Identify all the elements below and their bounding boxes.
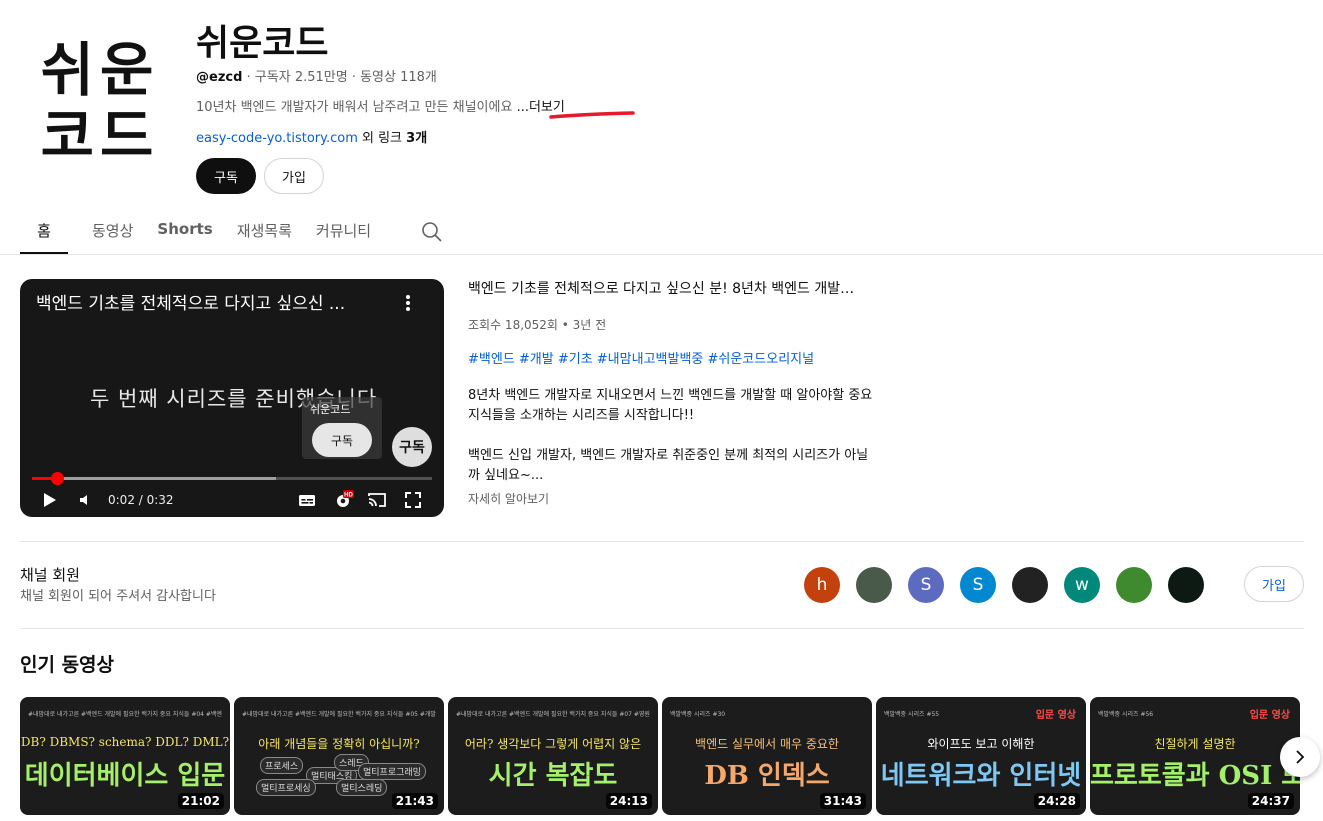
- channel-link-count: 3개: [406, 131, 428, 146]
- thumbnail-subtitle: 와이프도 보고 이해한: [927, 737, 1035, 751]
- featured-video-description: 8년차 백엔드 개발자로 지내오면서 느낀 백엔드를 개발할 때 알아야할 중요…: [468, 386, 878, 486]
- logo-line-1: 쉬운: [40, 36, 160, 104]
- time-display: 0:02 / 0:32: [108, 493, 174, 507]
- thumbnail-subtitle: 어라? 생각보다 그렇게 어렵지 않은: [464, 737, 642, 751]
- player-overlay-title[interactable]: 백엔드 기초를 전체적으로 다지고 싶으신 ...: [36, 289, 345, 314]
- thumbnail-badge: 입문 영상: [1035, 710, 1076, 721]
- section-divider: [20, 541, 1304, 542]
- channel-meta: @ezcd · 구독자 2.51만명 · 동영상 118개: [196, 66, 437, 85]
- thumbnail-title: 네트워크와 인터넷: [880, 761, 1082, 791]
- tab-community[interactable]: 커뮤니티: [316, 206, 371, 254]
- members-join-button[interactable]: 가입: [1244, 566, 1304, 602]
- duration-badge: 24:28: [1033, 793, 1080, 809]
- thumbnail-badge: 입문 영상: [1249, 710, 1290, 721]
- video-thumbnail[interactable]: #내맘대로 내가고른 #백엔드 개발에 필요한 백가지 중요 지식들 #04 #…: [20, 697, 230, 815]
- cast-icon[interactable]: [366, 489, 388, 511]
- channel-link-url[interactable]: easy-code-yo.tistory.com: [196, 131, 358, 146]
- fullscreen-icon[interactable]: [402, 489, 424, 511]
- search-icon[interactable]: [420, 220, 444, 244]
- channel-description-text: 10년차 백엔드 개발자가 배워서 남주려고 만든 채널이에요: [196, 100, 517, 115]
- duration-badge: 24:37: [1247, 793, 1294, 809]
- join-button[interactable]: 가입: [264, 158, 324, 194]
- video-thumbnail[interactable]: 백발백중 시리즈 #55 입문 영상 와이프도 보고 이해한 네트워크와 인터넷 24:…: [876, 697, 1086, 815]
- members-title: 채널 회원: [20, 566, 80, 584]
- thumbnail-title: DB 인덱스: [704, 761, 830, 791]
- video-thumbnail[interactable]: #내맘대로 내가고른 #백엔드 개발에 필요한 백가지 중요 지식들 #05 #…: [234, 697, 444, 815]
- thumbnail-title: 프로토콜과 OSI 모델: [1090, 761, 1300, 791]
- red-underline-annotation: [549, 111, 635, 119]
- concept-pill: 멀티프로그래밍: [358, 763, 426, 780]
- concept-pill: 멀티스레딩: [336, 779, 388, 796]
- duration-badge: 31:43: [819, 793, 866, 809]
- popular-videos-title: 인기 동영상: [20, 654, 115, 676]
- member-avatar[interactable]: [1116, 567, 1152, 603]
- video-player[interactable]: 백엔드 기초를 전체적으로 다지고 싶으신 ... 두 번째 시리즈를 준비했습…: [20, 279, 444, 517]
- thumbnail-title: 시간 복잡도: [488, 761, 618, 791]
- featured-video-stats: 조회수 18,052회 • 3년 전: [468, 318, 607, 332]
- duration-badge: 21:02: [177, 793, 224, 809]
- featured-video-title[interactable]: 백엔드 기초를 전체적으로 다지고 싶으신 분! 8년차 백엔드 개발…: [468, 278, 868, 298]
- thumbnail-series-label: #내맘대로 내가고른 #백엔드 개발에 필요한 백가지 중요 지식들 #04 #…: [28, 711, 222, 718]
- video-thumbnail[interactable]: 백발백중 시리즈 #56입문 영상친절하게 설명한프로토콜과 OSI 모델24:…: [1090, 697, 1300, 815]
- subscribe-button[interactable]: 구독: [196, 158, 256, 194]
- channel-link-rest: 외 링크: [357, 131, 407, 146]
- captions-icon[interactable]: [296, 489, 318, 511]
- settings-icon[interactable]: HD: [332, 489, 354, 511]
- thumbnail-subtitle: DB? DBMS? schema? DDL? DML?: [20, 735, 230, 749]
- thumbnail-subtitle: 아래 개념들을 정확히 아십니까?: [258, 737, 420, 751]
- channel-links[interactable]: easy-code-yo.tistory.com 외 링크 3개: [196, 127, 427, 146]
- channel-avatar: 쉬운 코드: [20, 18, 180, 188]
- section-divider: [20, 628, 1304, 629]
- member-avatar[interactable]: S: [908, 567, 944, 603]
- duration-badge: 24:13: [605, 793, 652, 809]
- progress-buffer: [32, 477, 276, 480]
- more-vert-icon[interactable]: [398, 293, 418, 313]
- duration-badge: 21:43: [391, 793, 438, 809]
- channel-handle: @ezcd: [196, 70, 243, 85]
- thumbnail-subtitle: 백엔드 실무에서 매우 중요한: [695, 737, 839, 751]
- channel-description[interactable]: 10년차 백엔드 개발자가 배워서 남주려고 만든 채널이에요 ...더보기: [196, 96, 565, 115]
- video-thumbnail[interactable]: #내맘대로 내가고른 #백엔드 개발에 필요한 백가지 중요 지식들 #07 #…: [448, 697, 658, 815]
- member-avatar[interactable]: h: [804, 567, 840, 603]
- subscribe-card-name: 쉬운코드: [310, 403, 351, 416]
- chevron-right-icon: [1296, 750, 1305, 764]
- channel-name: 쉬운코드: [196, 23, 329, 64]
- tab-shorts[interactable]: Shorts: [157, 206, 212, 254]
- tab-playlists[interactable]: 재생목록: [237, 206, 292, 254]
- member-avatar[interactable]: S: [960, 567, 996, 603]
- member-avatar[interactable]: [1012, 567, 1048, 603]
- thumbnail-title: 데이터베이스 입문: [24, 761, 226, 791]
- play-icon[interactable]: [38, 489, 60, 511]
- video-thumbnail[interactable]: 백발백중 시리즈 #30 백엔드 실무에서 매우 중요한 DB 인덱스 31:43: [662, 697, 872, 815]
- thumbnail-series-label: 백발백중 시리즈 #30: [670, 711, 726, 718]
- volume-icon[interactable]: [74, 489, 96, 511]
- concept-pill: 프로세스: [260, 757, 304, 774]
- tab-home[interactable]: 홈: [20, 206, 68, 254]
- member-avatar[interactable]: [1168, 567, 1204, 603]
- tabs-divider: [0, 254, 1323, 255]
- members-subtitle: 채널 회원이 되어 주셔서 감사합니다: [20, 589, 216, 604]
- progress-scrubber[interactable]: [51, 472, 64, 485]
- read-more-link[interactable]: 자세히 알아보기: [468, 490, 549, 507]
- hd-badge: HD: [344, 492, 353, 498]
- description-paragraph-2: 백엔드 신입 개발자, 백엔드 개발자로 취준중인 분께 최적의 시리즈가 아닐…: [468, 448, 869, 483]
- thumbnail-subtitle: 친절하게 설명한: [1154, 737, 1236, 751]
- featured-video-tags[interactable]: #백엔드 #개발 #기초 #내맘내고백발백중 #쉬운코드오리지널: [468, 348, 814, 367]
- logo-line-2: 코드: [40, 102, 160, 170]
- thumbnail-series-label: #내맘대로 내가고른 #백엔드 개발에 필요한 백가지 중요 지식들 #05 #…: [242, 711, 436, 718]
- card-subscribe-button[interactable]: 구독: [312, 423, 372, 457]
- concept-pill: 멀티프로세싱: [256, 779, 316, 796]
- tab-videos[interactable]: 동영상: [92, 206, 133, 254]
- description-paragraph-1: 8년차 백엔드 개발자로 지내오면서 느낀 백엔드를 개발할 때 알아야할 중요…: [468, 388, 873, 423]
- member-avatar[interactable]: [856, 567, 892, 603]
- next-arrow-button[interactable]: [1280, 737, 1320, 777]
- channel-tabs: 홈 동영상 Shorts 재생목록 커뮤니티: [20, 206, 395, 254]
- channel-watermark[interactable]: 구독: [392, 427, 432, 467]
- member-avatar[interactable]: w: [1064, 567, 1100, 603]
- thumbnail-series-label: #내맘대로 내가고른 #백엔드 개발에 필요한 백가지 중요 지식들 #07 #…: [456, 711, 650, 718]
- channel-stats: · 구독자 2.51만명 · 동영상 118개: [242, 70, 437, 85]
